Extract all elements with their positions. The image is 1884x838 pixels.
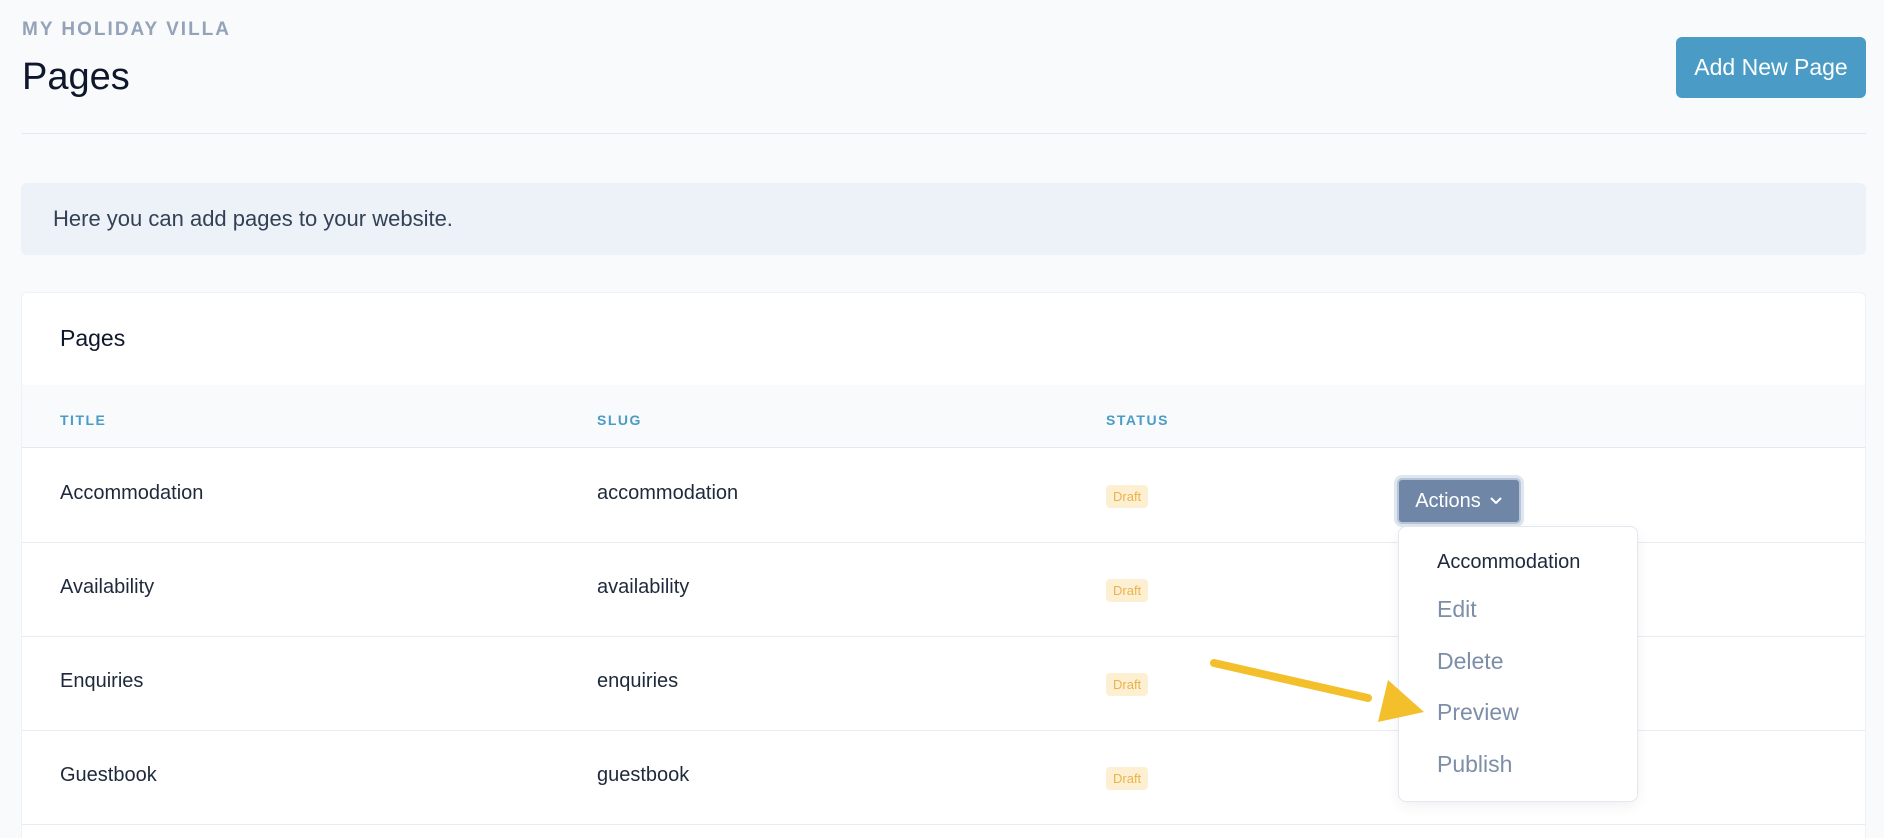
info-banner: Here you can add pages to your website. bbox=[21, 183, 1866, 255]
row-slug: availability bbox=[597, 576, 690, 598]
row-slug: guestbook bbox=[597, 764, 690, 786]
delete-menu-item[interactable]: Delete bbox=[1437, 648, 1503, 675]
info-text: Here you can add pages to your website. bbox=[53, 206, 453, 231]
column-header-slug: SLUG bbox=[597, 412, 642, 428]
add-new-page-button[interactable]: Add New Page bbox=[1676, 37, 1866, 98]
row-title: Guestbook bbox=[60, 764, 157, 786]
actions-button[interactable]: Actions bbox=[1397, 478, 1521, 524]
edit-menu-item[interactable]: Edit bbox=[1437, 596, 1477, 623]
row-title: Enquiries bbox=[60, 670, 144, 692]
page-title: Pages bbox=[22, 56, 130, 98]
publish-menu-item[interactable]: Publish bbox=[1437, 751, 1512, 778]
chevron-down-icon bbox=[1489, 494, 1503, 508]
card-title: Pages bbox=[60, 325, 126, 351]
dropdown-header: Accommodation bbox=[1437, 551, 1581, 573]
column-header-status: STATUS bbox=[1106, 412, 1169, 428]
site-name: MY HOLIDAY VILLA bbox=[22, 19, 232, 40]
pages-screen: MY HOLIDAY VILLA Pages Add New Page Here… bbox=[0, 0, 1884, 838]
preview-menu-item[interactable]: Preview bbox=[1437, 699, 1519, 726]
actions-dropdown: Accommodation Edit Delete Preview Publis… bbox=[1398, 526, 1638, 802]
row-slug: enquiries bbox=[597, 670, 679, 692]
column-header-title: TITLE bbox=[60, 412, 107, 428]
row-slug: accommodation bbox=[597, 482, 739, 504]
row-title: Accommodation bbox=[60, 482, 204, 504]
status-badge: Draft bbox=[1106, 579, 1149, 602]
row-title: Availability bbox=[60, 576, 155, 598]
status-badge: Draft bbox=[1106, 485, 1149, 508]
table-header: TITLE SLUG STATUS bbox=[22, 385, 1865, 448]
status-badge: Draft bbox=[1106, 767, 1149, 790]
status-badge: Draft bbox=[1106, 673, 1149, 696]
header-divider bbox=[22, 133, 1866, 134]
actions-label: Actions bbox=[1415, 489, 1481, 512]
